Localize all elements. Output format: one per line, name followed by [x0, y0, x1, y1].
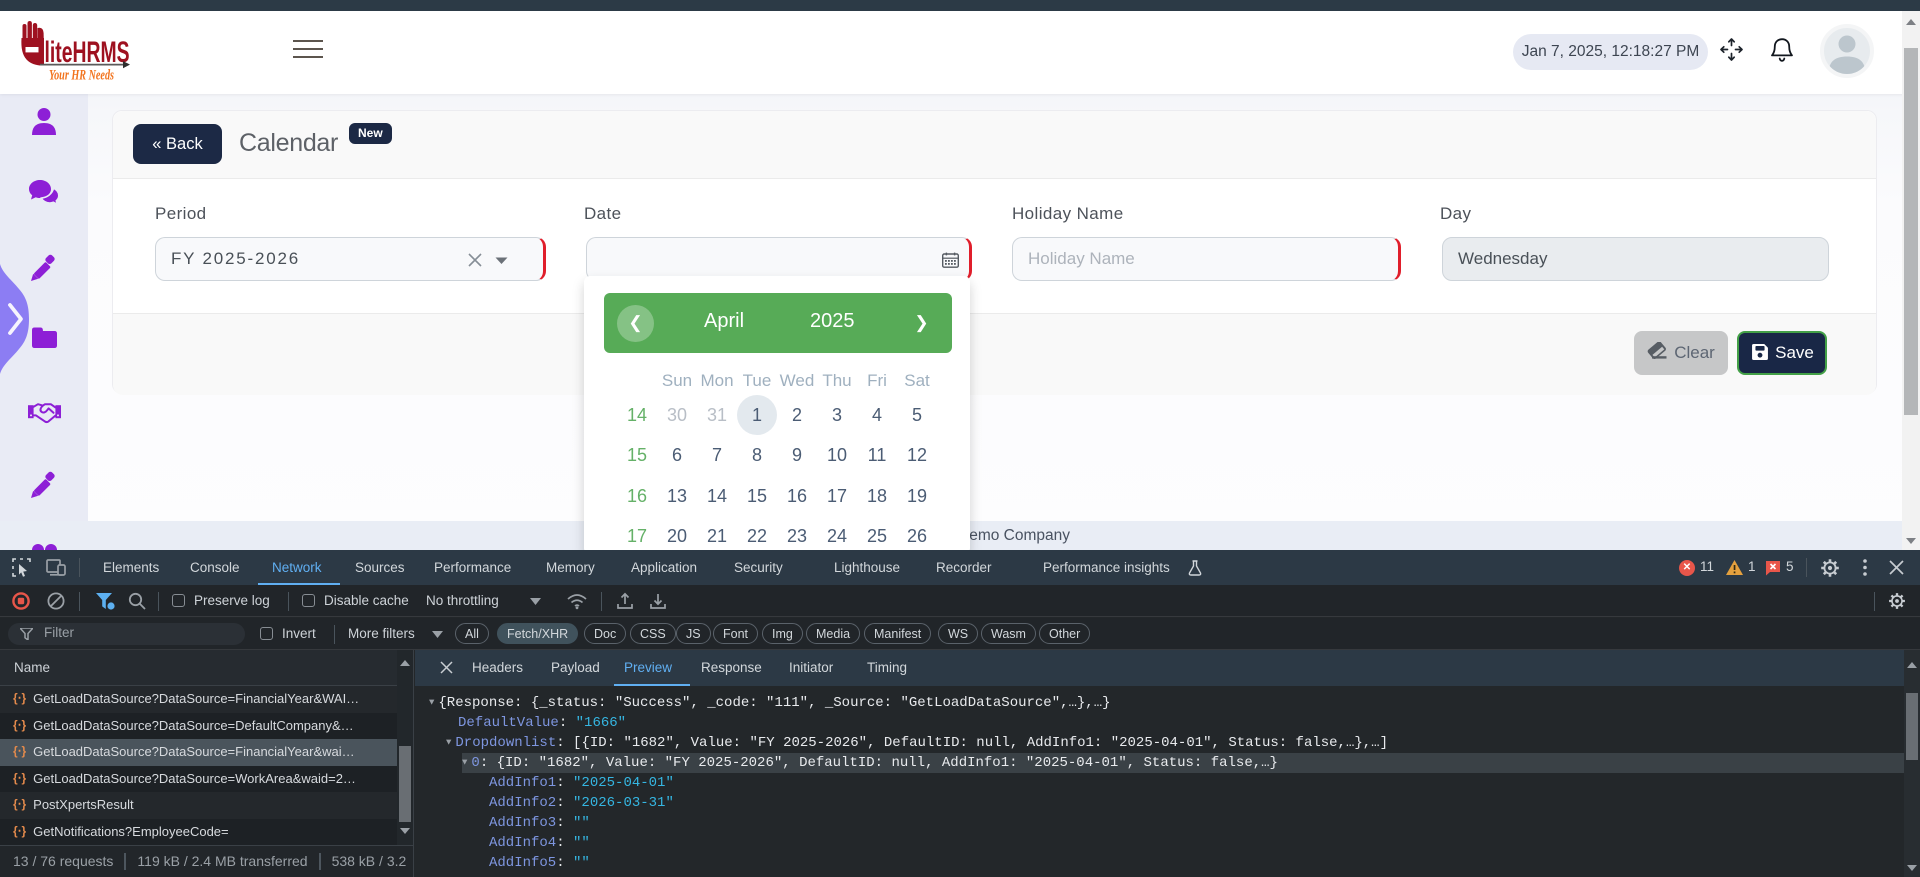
svg-text:Your HR Needs: Your HR Needs [49, 68, 114, 84]
